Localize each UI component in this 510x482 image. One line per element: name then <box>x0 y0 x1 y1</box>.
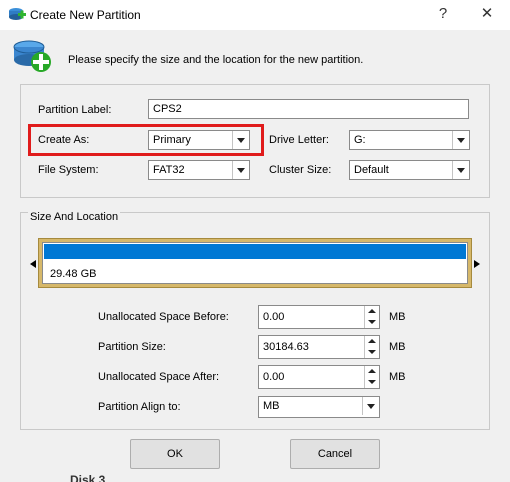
unallocated-after-value: 0.00 <box>263 371 285 383</box>
unallocated-before-value: 0.00 <box>263 311 285 323</box>
ok-button[interactable]: OK <box>130 439 220 469</box>
chevron-down-icon <box>452 131 469 149</box>
file-system-label: File System: <box>38 164 99 176</box>
cancel-button[interactable]: Cancel <box>290 439 380 469</box>
partition-align-select[interactable]: MB <box>258 396 380 418</box>
spin-down-icon[interactable] <box>368 380 376 384</box>
partition-label-label: Partition Label: <box>38 104 112 116</box>
size-location-title: Size And Location <box>28 211 121 223</box>
spin-down-icon[interactable] <box>368 350 376 354</box>
chevron-down-icon <box>452 161 469 179</box>
partition-bar-fill <box>44 244 466 259</box>
partition-bar-size: 29.48 GB <box>50 268 97 280</box>
partition-size-label: Partition Size: <box>98 341 166 353</box>
drive-letter-value: G: <box>354 134 366 146</box>
instruction-text: Please specify the size and the location… <box>68 54 364 66</box>
spin-up-icon[interactable] <box>368 369 376 373</box>
spin-up-icon[interactable] <box>368 309 376 313</box>
file-system-value: FAT32 <box>153 164 185 176</box>
drive-letter-label: Drive Letter: <box>269 134 329 146</box>
unallocated-before-label: Unallocated Space Before: <box>98 311 229 323</box>
spin-down-icon[interactable] <box>368 320 376 324</box>
app-icon <box>8 6 26 24</box>
create-as-select[interactable]: Primary <box>148 130 250 150</box>
spin-buttons[interactable] <box>364 336 379 358</box>
spin-up-icon[interactable] <box>368 339 376 343</box>
unallocated-after-input[interactable]: 0.00 <box>258 365 380 389</box>
background-disk-text: Disk 3 <box>70 473 106 482</box>
spin-buttons[interactable] <box>364 366 379 388</box>
partition-size-value: 30184.63 <box>263 341 309 353</box>
left-resize-handle-icon[interactable] <box>30 260 36 268</box>
help-button[interactable]: ? <box>430 4 456 24</box>
unallocated-after-unit: MB <box>389 371 406 383</box>
cluster-size-value: Default <box>354 164 389 176</box>
chevron-down-icon <box>232 131 249 149</box>
cluster-size-label: Cluster Size: <box>269 164 332 176</box>
cluster-size-select[interactable]: Default <box>349 160 470 180</box>
chevron-down-icon <box>232 161 249 179</box>
close-button[interactable]: ✕ <box>474 4 500 24</box>
new-partition-icon <box>12 38 52 74</box>
partition-align-label: Partition Align to: <box>98 401 181 413</box>
create-as-value: Primary <box>153 134 191 146</box>
unallocated-before-unit: MB <box>389 311 406 323</box>
partition-size-input[interactable]: 30184.63 <box>258 335 380 359</box>
partition-size-unit: MB <box>389 341 406 353</box>
right-resize-handle-icon[interactable] <box>474 260 480 268</box>
chevron-down-icon <box>362 397 379 415</box>
spin-buttons[interactable] <box>364 306 379 328</box>
create-as-label: Create As: <box>38 134 90 146</box>
drive-letter-select[interactable]: G: <box>349 130 470 150</box>
file-system-select[interactable]: FAT32 <box>148 160 250 180</box>
window-title: Create New Partition <box>30 8 141 22</box>
partition-align-value: MB <box>263 400 280 412</box>
unallocated-after-label: Unallocated Space After: <box>98 371 220 383</box>
unallocated-before-input[interactable]: 0.00 <box>258 305 380 329</box>
partition-label-input[interactable]: CPS2 <box>148 99 469 119</box>
